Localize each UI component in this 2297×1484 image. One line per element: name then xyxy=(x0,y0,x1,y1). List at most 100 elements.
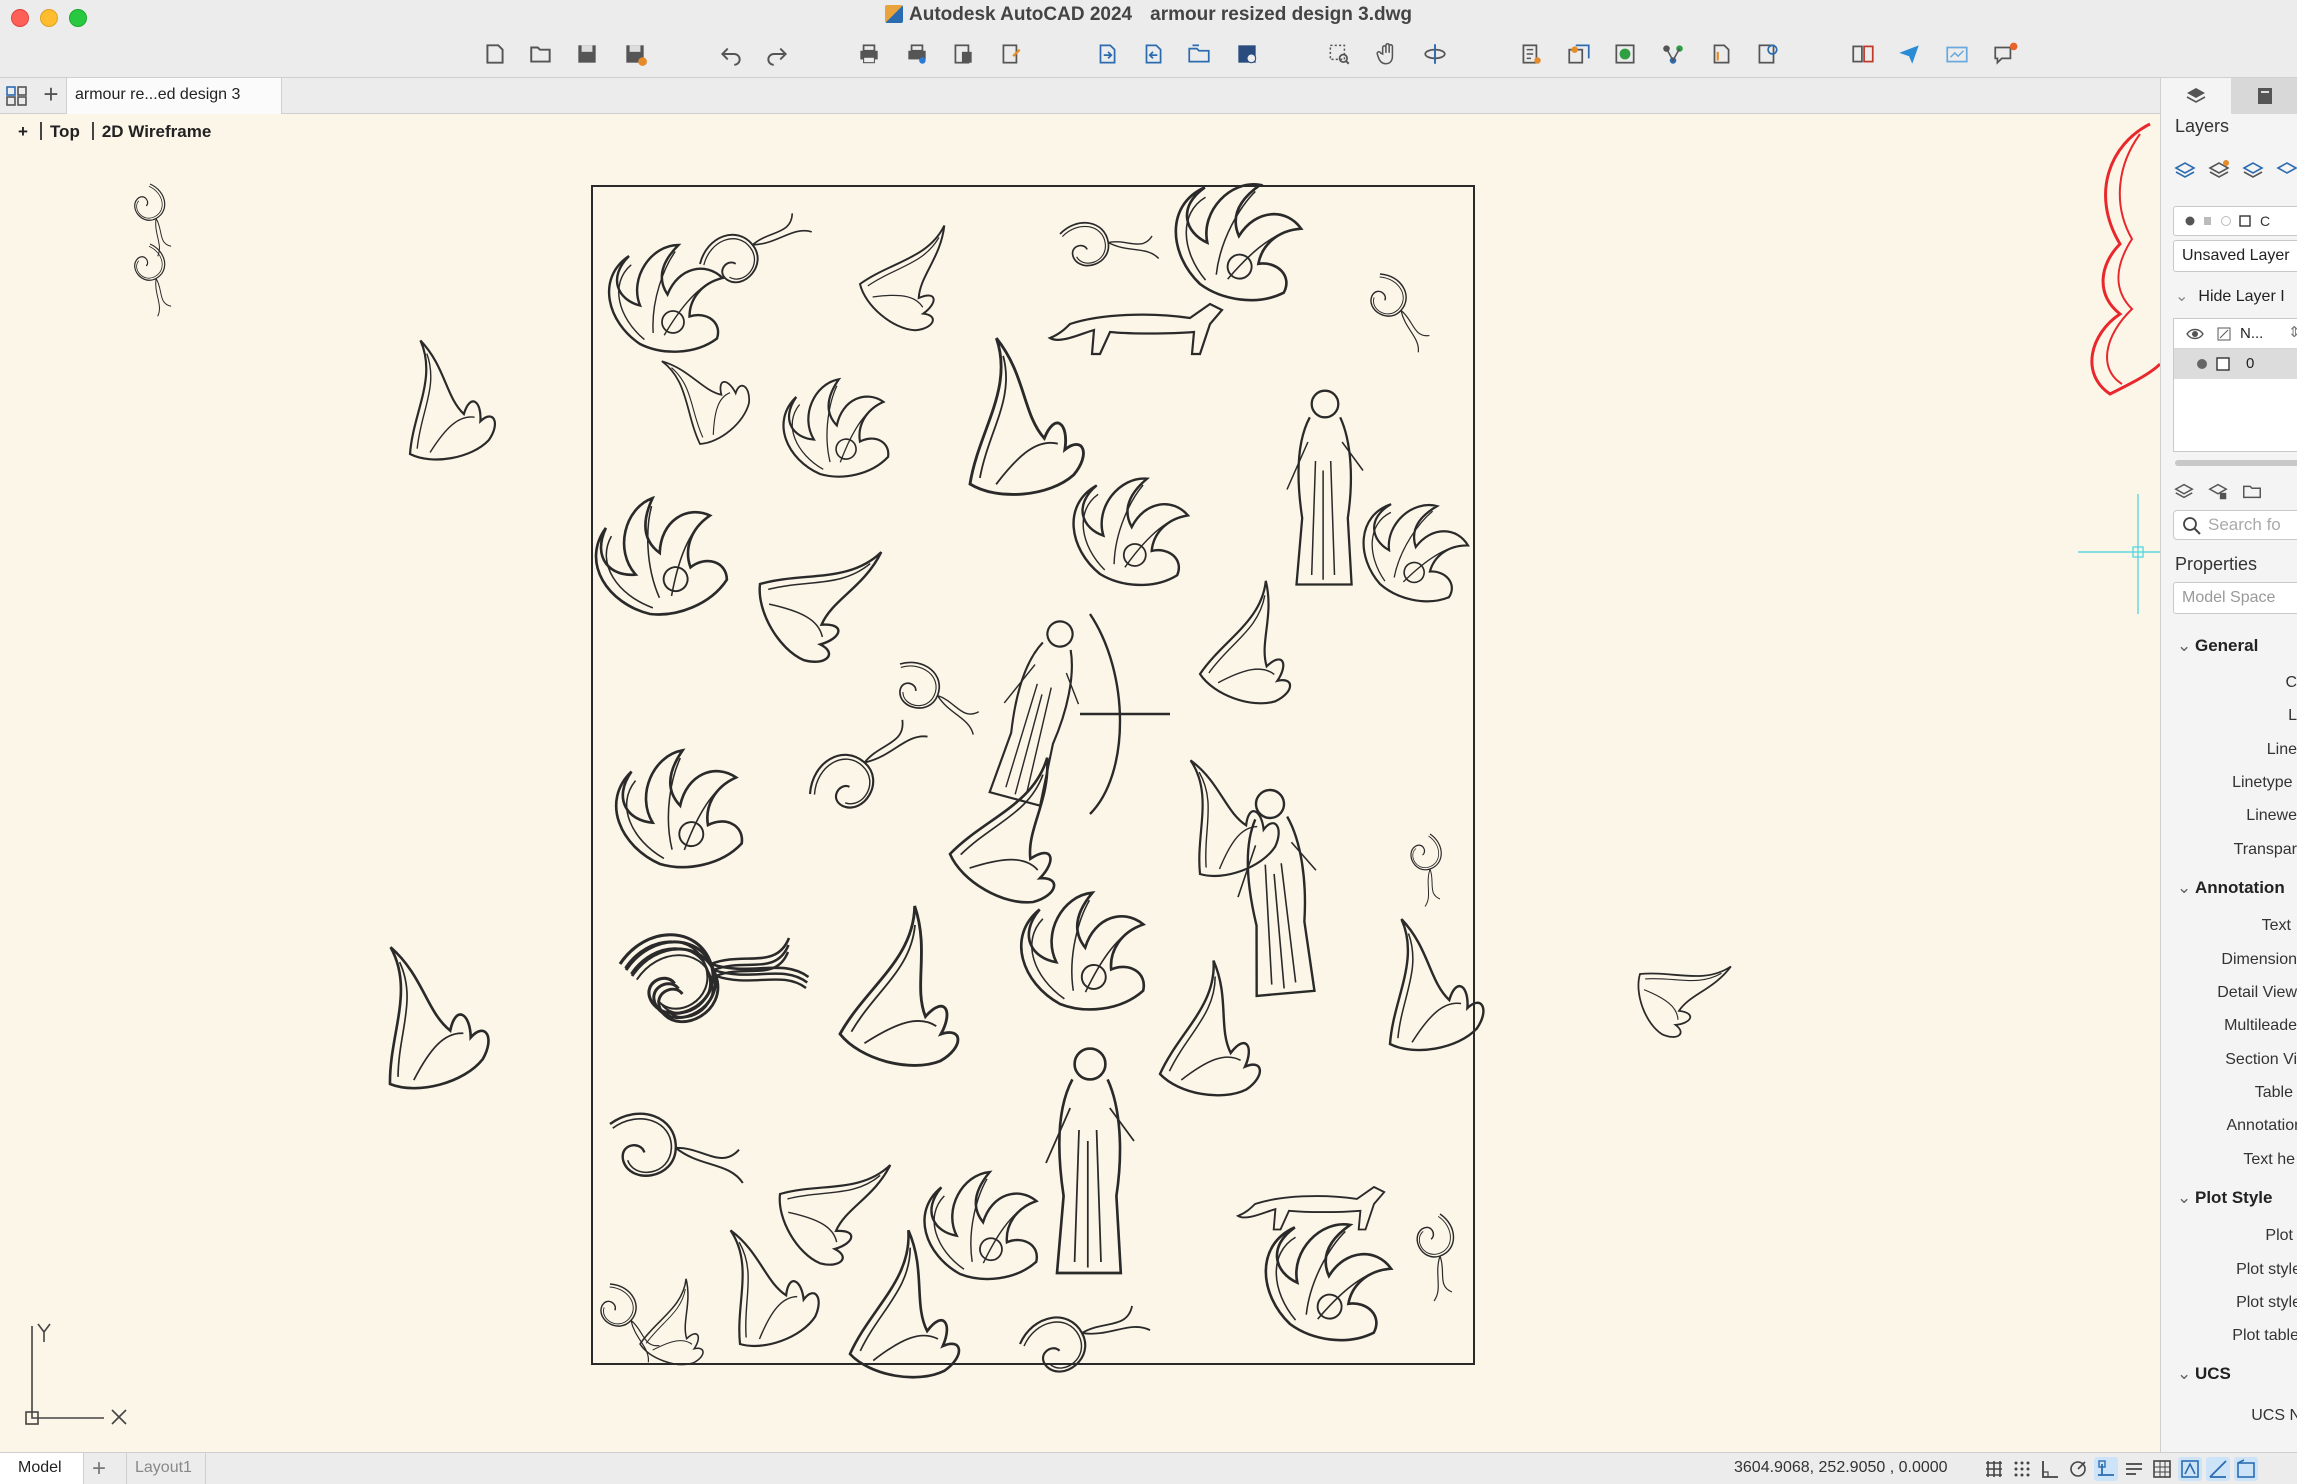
dynamic-input-icon[interactable] xyxy=(2206,1457,2230,1481)
ucs-section-header[interactable]: ⌄ UCS xyxy=(2177,1364,2231,1384)
delete-layer-icon[interactable] xyxy=(2241,158,2265,182)
layer-list-table: N... ⇕ 0 xyxy=(2173,318,2297,452)
properties-tab-icon xyxy=(2258,88,2272,104)
layers-palette-tab[interactable] xyxy=(2161,78,2231,114)
visual-style-control[interactable]: 2D Wireframe xyxy=(102,122,211,141)
general-section-header[interactable]: ⌄ General xyxy=(2177,636,2258,656)
prop-text-style-label: Text xyxy=(2261,917,2291,934)
annotation-section-label: Annotation xyxy=(2195,878,2285,897)
quick-access-toolbar xyxy=(0,38,2297,72)
prop-multileader-label: Multileade xyxy=(2224,1017,2297,1034)
batch-plot-icon[interactable] xyxy=(900,38,934,70)
viewport-menu-button[interactable]: + xyxy=(18,122,28,141)
snap-mode-icon[interactable] xyxy=(2010,1457,2034,1481)
loose-acanthus-ornament xyxy=(389,329,501,467)
layer-name: 0 xyxy=(2246,355,2255,372)
layer-search-input[interactable]: Search fo xyxy=(2173,510,2297,540)
open-icon[interactable] xyxy=(524,38,558,70)
undo-icon[interactable] xyxy=(714,38,748,70)
title-bar: Autodesk AutoCAD 2024 armour resized desi… xyxy=(0,0,2297,78)
new-layer-vp-frozen-icon[interactable] xyxy=(2207,158,2231,182)
set-current-layer-icon[interactable] xyxy=(2275,158,2297,182)
prop-dimension-style-label: Dimension xyxy=(2221,951,2297,968)
start-tab-grid-icon[interactable] xyxy=(4,84,30,108)
prop-ucs-name-label: UCS N xyxy=(2251,1407,2297,1424)
orbit-icon[interactable] xyxy=(1418,38,1452,70)
window-title: Autodesk AutoCAD 2024 armour resized desi… xyxy=(0,4,2297,26)
prop-linetype-label: Line xyxy=(2266,741,2297,758)
lineweight-icon[interactable] xyxy=(2150,1457,2174,1481)
plot-preview-icon[interactable] xyxy=(946,38,980,70)
hide-layer-row[interactable]: ⌄ Hide Layer I xyxy=(2175,286,2285,306)
prop-text-height-label: Text he xyxy=(2243,1151,2295,1168)
layer-lock-icon xyxy=(2204,217,2211,225)
layer-filter-toggles: C xyxy=(2173,206,2297,236)
polar-tracking-icon[interactable] xyxy=(2066,1457,2090,1481)
sort-arrows-icon[interactable]: ⇕ xyxy=(2288,323,2297,341)
document-tab-bar: + armour re...ed design 3 xyxy=(0,78,2160,114)
block-editor-icon[interactable] xyxy=(1562,38,1596,70)
new-tab-button[interactable]: + xyxy=(38,81,64,108)
share-icon[interactable] xyxy=(1892,38,1926,70)
layer-row[interactable]: 0 xyxy=(2174,349,2297,379)
layer-name-column-header[interactable]: N... xyxy=(2240,325,2263,342)
etransmit-icon[interactable] xyxy=(1182,38,1216,70)
cursor-coordinates[interactable]: 3604.9068, 252.9050 , 0.0000 xyxy=(1734,1459,1948,1477)
isodraft-icon[interactable] xyxy=(2094,1457,2118,1481)
object-snap-tracking-icon[interactable] xyxy=(2122,1457,2146,1481)
annotation-monitor-icon[interactable] xyxy=(2234,1457,2258,1481)
layer-on-icon xyxy=(2185,216,2195,226)
publish-icon[interactable] xyxy=(994,38,1028,70)
import-icon[interactable] xyxy=(1090,38,1124,70)
zoom-icon[interactable] xyxy=(1322,38,1356,70)
prop-linetype-scale-label: Linetype s xyxy=(2232,774,2297,791)
layout1-tab[interactable]: Layout1 xyxy=(126,1453,206,1484)
properties-match-icon[interactable] xyxy=(1514,38,1548,70)
quick-calc-icon[interactable] xyxy=(1750,38,1784,70)
ortho-mode-icon[interactable] xyxy=(2038,1457,2062,1481)
layer-filter-icon[interactable] xyxy=(2207,480,2231,504)
render-icon[interactable] xyxy=(1940,38,1974,70)
ucs-icon xyxy=(25,1323,127,1425)
chevron-down-icon: ⌄ xyxy=(2177,1188,2192,1207)
view-cube-control[interactable]: Top xyxy=(50,122,80,141)
properties-panel-title: Properties xyxy=(2175,554,2258,574)
layer-color-swatch-icon xyxy=(2216,357,2230,371)
add-layout-button[interactable]: + xyxy=(92,1455,106,1483)
layer-states-icon[interactable] xyxy=(2173,480,2197,504)
save-as-icon[interactable] xyxy=(618,38,652,70)
model-tab[interactable]: Model xyxy=(0,1453,84,1484)
compare-icon[interactable] xyxy=(1846,38,1880,70)
archer-bow xyxy=(1080,613,1170,815)
drawing-canvas[interactable]: + Top 2D Wireframe xyxy=(0,114,2160,1452)
hide-layer-label: Hide Layer I xyxy=(2198,288,2285,305)
plot-icon[interactable] xyxy=(852,38,886,70)
new-icon[interactable] xyxy=(478,38,512,70)
general-section-label: General xyxy=(2195,636,2259,655)
grid-display-icon[interactable] xyxy=(1982,1457,2006,1481)
selection-dropdown[interactable]: Model Space xyxy=(2173,582,2297,614)
document-tab[interactable]: armour re...ed design 3 xyxy=(66,78,282,114)
selected-ornament-red xyxy=(2090,122,2160,396)
prop-plot-style-table-label: Plot style xyxy=(2236,1261,2297,1278)
sheet-set-icon[interactable] xyxy=(1704,38,1738,70)
redo-icon[interactable] xyxy=(760,38,794,70)
messages-icon[interactable] xyxy=(1988,38,2022,70)
selection-cycling-icon[interactable] xyxy=(2178,1457,2202,1481)
folder-icon[interactable] xyxy=(2241,480,2265,504)
new-layer-icon[interactable] xyxy=(2173,158,2197,182)
layer-state-dropdown[interactable]: Unsaved Layer xyxy=(2173,240,2297,272)
properties-palette-tab[interactable] xyxy=(2231,78,2297,114)
drawing-area[interactable] xyxy=(0,114,2160,1452)
xref-icon[interactable] xyxy=(1656,38,1690,70)
save-to-web-icon[interactable] xyxy=(1230,38,1264,70)
save-icon[interactable] xyxy=(570,38,604,70)
layer-list-scrollbar[interactable] xyxy=(2175,460,2297,466)
layer-on-icon xyxy=(2197,359,2207,369)
insert-icon[interactable] xyxy=(1608,38,1642,70)
plot-style-section-header[interactable]: ⌄ Plot Style xyxy=(2177,1188,2272,1208)
loose-scroll-ornament xyxy=(130,181,175,260)
export-icon[interactable] xyxy=(1136,38,1170,70)
pan-icon[interactable] xyxy=(1370,38,1404,70)
annotation-section-header[interactable]: ⌄ Annotation xyxy=(2177,878,2285,898)
